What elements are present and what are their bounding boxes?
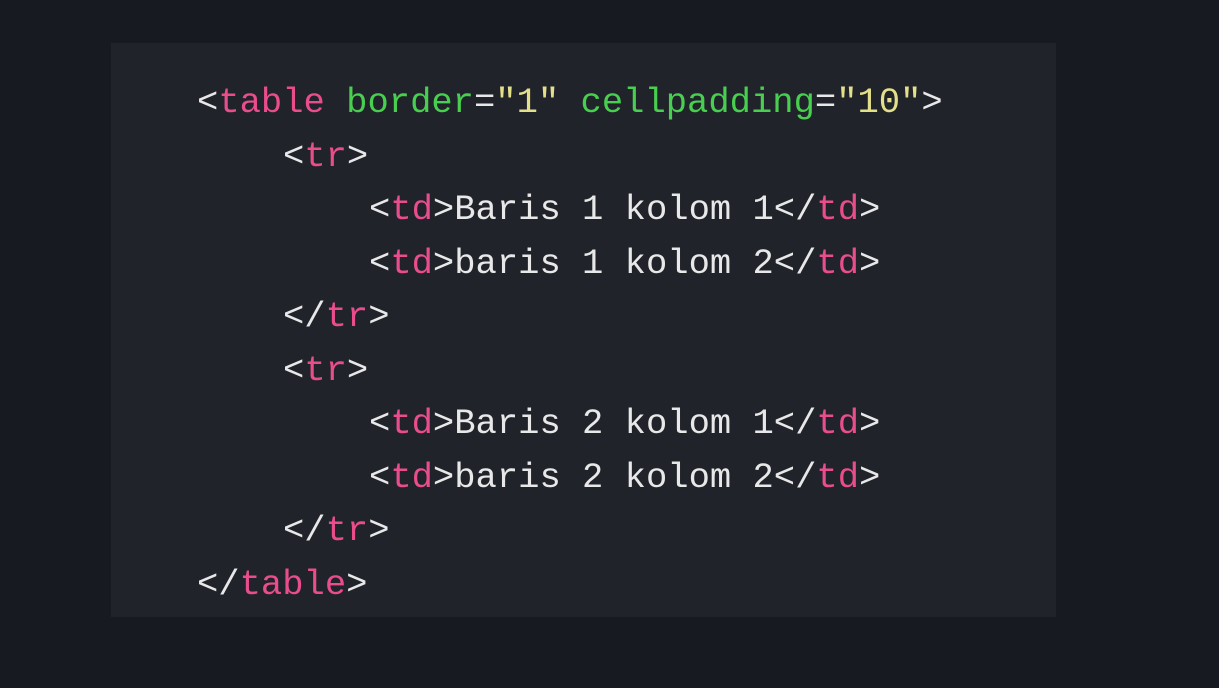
code-text: Baris 2 kolom 1 — [454, 403, 774, 444]
code-punctuation: > — [346, 563, 368, 605]
code-punctuation: > — [859, 189, 881, 230]
code-tag-name: td — [390, 456, 433, 498]
code-text: baris 2 kolom 2 — [454, 456, 774, 498]
code-text: baris 1 kolom 2 — [454, 242, 774, 284]
code-line: </tr> — [283, 504, 390, 557]
code-punctuation: > — [432, 242, 455, 284]
code-punctuation: < — [283, 349, 305, 391]
code-punctuation: > — [346, 135, 369, 177]
code-attribute-name: cellpadding — [580, 82, 815, 123]
code-punctuation: > — [432, 403, 455, 444]
code-punctuation: > — [368, 296, 390, 337]
code-tag-name: td — [390, 403, 433, 444]
code-punctuation: < — [369, 189, 391, 230]
code-punctuation: < — [283, 135, 305, 177]
code-punctuation: > — [859, 403, 881, 444]
code-punctuation: < — [369, 456, 391, 498]
code-punctuation: </ — [773, 456, 817, 498]
code-tag-name: td — [816, 242, 860, 284]
code-line: <tr> — [283, 130, 368, 183]
code-punctuation: < — [369, 403, 391, 444]
code-punctuation: > — [346, 349, 369, 391]
code-punctuation: </ — [197, 563, 240, 605]
code-punctuation: < — [197, 82, 219, 123]
code-punctuation: </ — [773, 189, 817, 230]
code-tag-name: tr — [304, 135, 347, 177]
code-line: </table> — [197, 558, 367, 611]
code-line: <td>Baris 1 kolom 1</td> — [369, 183, 880, 236]
code-line: <td>baris 2 kolom 2</td> — [369, 451, 880, 504]
code-tag-name: table — [239, 563, 347, 605]
code-punctuation: = — [814, 82, 837, 123]
code-line: <td>Baris 2 kolom 1</td> — [369, 397, 880, 450]
code-punctuation: > — [432, 456, 455, 498]
code-line: <table border="1" cellpadding="10"> — [197, 76, 943, 129]
code-tag-name: table — [218, 82, 325, 123]
code-line: <td>baris 1 kolom 2</td> — [369, 237, 880, 290]
code-tag-name: td — [390, 242, 433, 284]
code-punctuation: </ — [773, 403, 817, 444]
code-punctuation: </ — [283, 510, 326, 551]
code-punctuation: </ — [773, 242, 817, 284]
code-punctuation: > — [859, 242, 881, 284]
code-punctuation: </ — [283, 296, 326, 337]
code-attribute-name: border — [346, 82, 474, 123]
code-punctuation: > — [859, 456, 881, 498]
code-punctuation: > — [921, 82, 943, 123]
code-punctuation: < — [369, 242, 391, 284]
code-punctuation: > — [368, 510, 390, 551]
code-tag-name: td — [816, 403, 860, 444]
code-tag-name: tr — [325, 296, 369, 337]
code-line: </tr> — [283, 290, 390, 343]
code-tag-name: td — [390, 189, 433, 230]
code-tag-name: tr — [304, 349, 347, 391]
code-text: Baris 1 kolom 1 — [454, 189, 774, 230]
code-tag-name: tr — [325, 510, 369, 551]
code-attribute-value: "10" — [836, 82, 922, 123]
code-tag-name: td — [816, 456, 860, 498]
code-attribute-value: "1" — [495, 82, 560, 123]
code-punctuation: = — [473, 82, 496, 123]
code-block: <table border="1" cellpadding="10"> <tr>… — [111, 43, 1056, 617]
code-tag-name: td — [816, 189, 860, 230]
code-line: <tr> — [283, 344, 368, 397]
code-punctuation: > — [432, 189, 455, 230]
